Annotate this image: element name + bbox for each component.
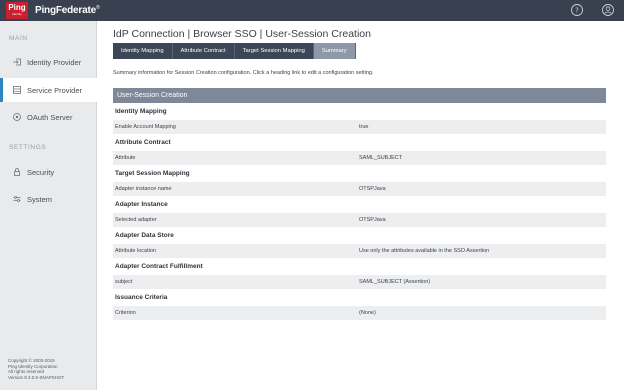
row-value: Use only the attributes available in the… — [359, 248, 490, 254]
server-icon — [13, 86, 21, 94]
main-content: IdP Connection | Browser SSO | User-Sess… — [97, 21, 624, 390]
sidebar-item-system[interactable]: System — [0, 187, 97, 211]
table-row: subject SAML_SUBJECT (Assertion) — [113, 275, 606, 289]
group-heading-target-session-mapping[interactable]: Target Session Mapping — [113, 165, 606, 182]
sidebar-item-security[interactable]: Security — [0, 160, 97, 184]
table-row: Attribute SAML_SUBJECT — [113, 151, 606, 165]
tab-target-session-mapping[interactable]: Target Session Mapping — [234, 43, 314, 59]
top-bar: Ping Identity PingFederate® ? — [0, 0, 624, 21]
sliders-icon — [13, 196, 21, 202]
logo-text: Ping — [8, 3, 26, 12]
row-label: Selected adapter — [115, 217, 157, 223]
row-label: Adapter instance name — [115, 186, 172, 192]
row-value: (None) — [359, 310, 376, 316]
main-section-label: MAIN — [9, 35, 28, 42]
sidebar-item-label: Identity Provider — [27, 57, 82, 67]
row-value: SAML_SUBJECT — [359, 155, 403, 161]
summary-panel: User-Session Creation Identity Mapping E… — [113, 88, 606, 320]
ping-logo: Ping Identity — [6, 2, 28, 19]
table-row: Selected adapter OTSPJava — [113, 213, 606, 227]
sidebar-item-label: Service Provider — [27, 85, 83, 95]
logo-subtext: Identity — [12, 12, 22, 16]
row-label: Enable Account Mapping — [115, 124, 176, 130]
lock-icon — [14, 168, 20, 176]
product-name: PingFederate® — [35, 5, 100, 16]
row-value: true — [359, 124, 369, 130]
sidebar-item-label: System — [27, 194, 53, 204]
tab-attribute-contract[interactable]: Attribute Contract — [172, 43, 235, 59]
group-heading-adapter-data-store[interactable]: Adapter Data Store — [113, 227, 606, 244]
tab-summary[interactable]: Summary — [313, 43, 356, 59]
panel-header: User-Session Creation — [113, 88, 606, 103]
copyright-notice: Copyright © 2003-2019 Ping Identity Corp… — [8, 358, 64, 380]
group-heading-adapter-contract-fulfillment[interactable]: Adapter Contract Fulfillment — [113, 258, 606, 275]
sidebar-item-identity-provider[interactable]: Identity Provider — [0, 50, 97, 74]
sidebar-item-label: Security — [27, 167, 55, 177]
row-label: Criterion — [115, 310, 136, 316]
table-row: Enable Account Mapping true — [113, 120, 606, 134]
user-account-icon[interactable] — [601, 3, 615, 17]
group-heading-adapter-instance[interactable]: Adapter Instance — [113, 196, 606, 213]
tab-identity-mapping[interactable]: Identity Mapping — [113, 43, 173, 59]
table-row: Criterion (None) — [113, 306, 606, 320]
table-row: Attribute location Use only the attribut… — [113, 244, 606, 258]
version-line: Version 9.3.0.5-SNAPSHOT — [8, 374, 65, 380]
row-label: Attribute — [115, 155, 136, 161]
row-label: Attribute location — [115, 248, 156, 254]
oauth-icon — [13, 113, 21, 121]
group-heading-identity-mapping[interactable]: Identity Mapping — [113, 103, 606, 120]
sidebar: MAIN Identity Provider Service Provider … — [0, 21, 98, 390]
group-heading-issuance-criteria[interactable]: Issuance Criteria — [113, 289, 606, 306]
row-value: OTSPJava — [359, 217, 386, 223]
page-title: IdP Connection | Browser SSO | User-Sess… — [113, 28, 371, 40]
sidebar-item-oauth-server[interactable]: OAuth Server — [0, 105, 97, 129]
sidebar-item-label: OAuth Server — [27, 112, 73, 122]
row-value: SAML_SUBJECT (Assertion) — [359, 279, 431, 285]
table-row: Adapter instance name OTSPJava — [113, 182, 606, 196]
product-title: PingFederate — [35, 5, 96, 16]
group-heading-attribute-contract[interactable]: Attribute Contract — [113, 134, 606, 151]
row-label: subject — [115, 279, 133, 285]
summary-description: Summary information for Session Creation… — [113, 70, 374, 76]
row-value: OTSPJava — [359, 186, 386, 192]
help-icon[interactable]: ? — [570, 3, 584, 17]
svg-text:?: ? — [575, 6, 579, 14]
arrow-in-icon — [13, 58, 21, 66]
product-mark: ® — [95, 5, 100, 11]
sidebar-item-service-provider[interactable]: Service Provider — [0, 78, 98, 102]
settings-section-label: SETTINGS — [9, 144, 47, 151]
wizard-tabs: Identity Mapping Attribute Contract Targ… — [113, 43, 356, 59]
